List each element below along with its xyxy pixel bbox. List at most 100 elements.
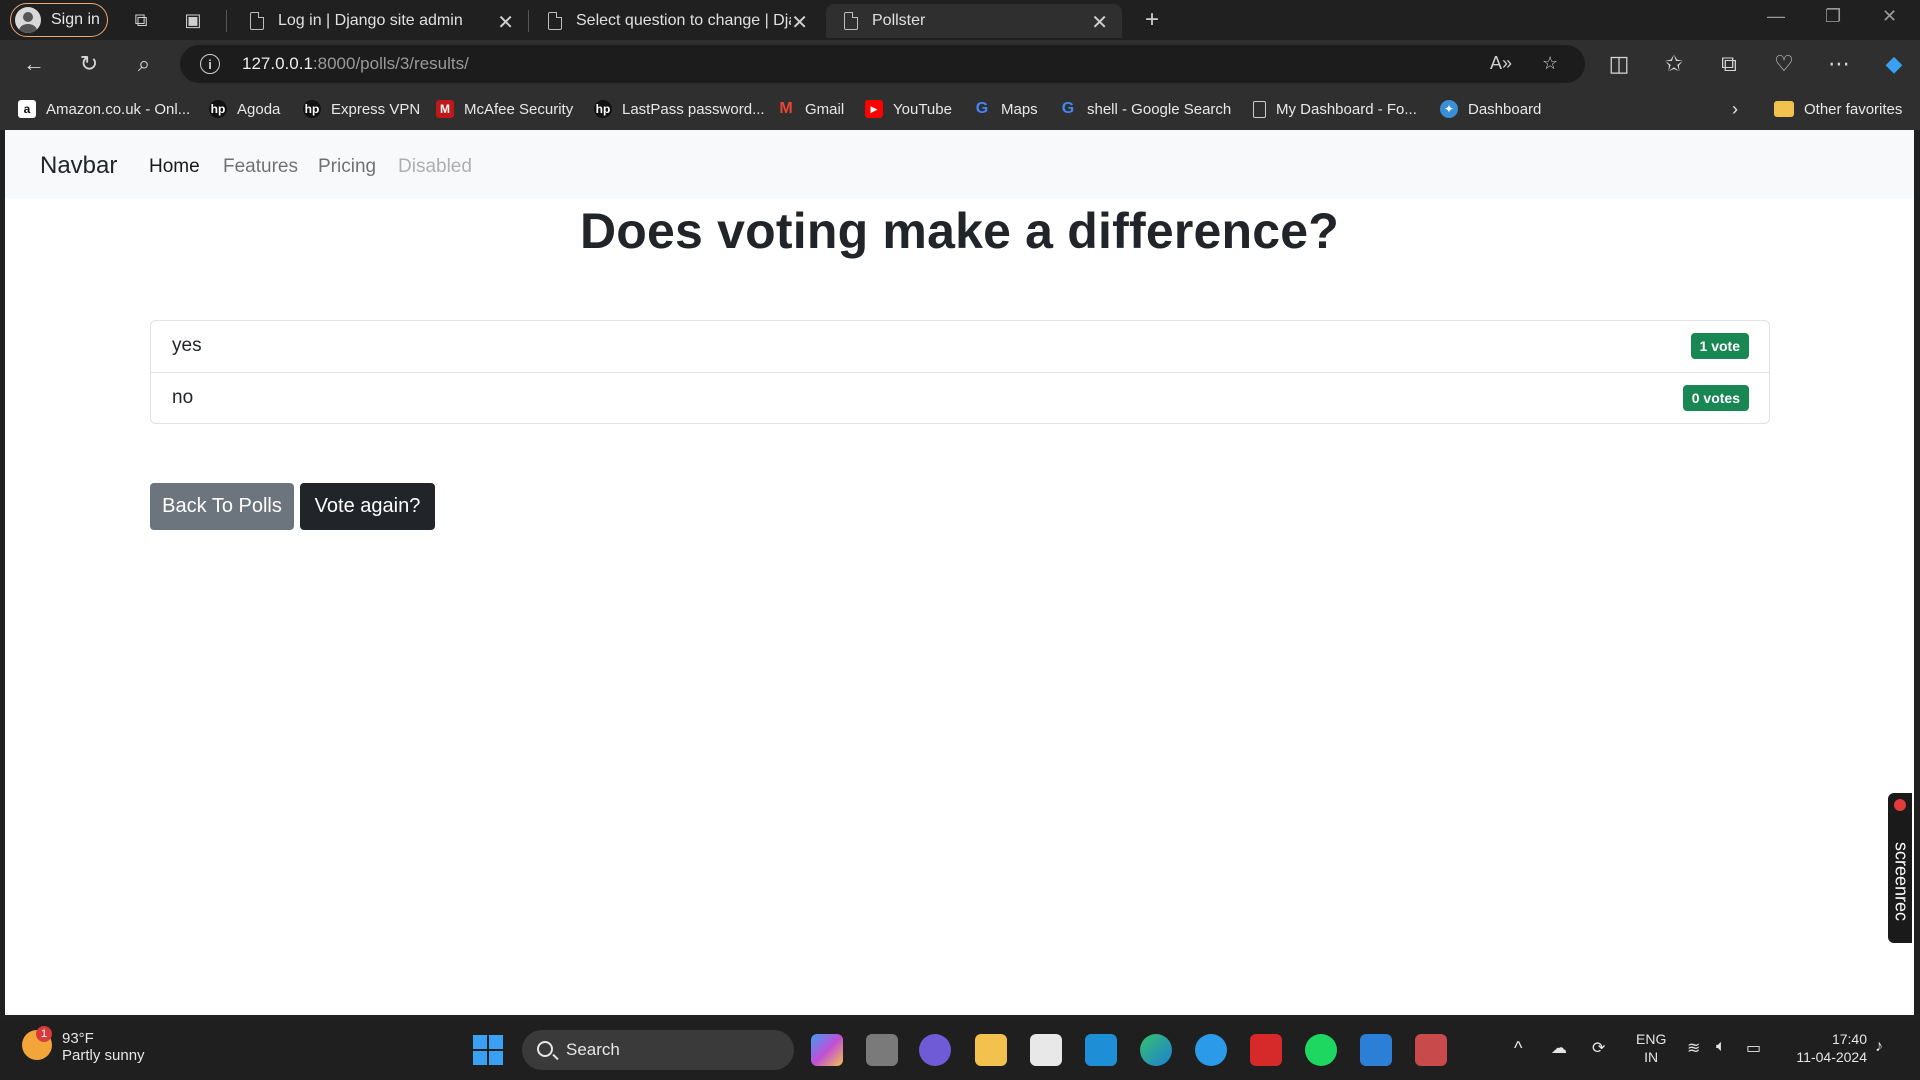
tab-title: Select question to change | Djan: [576, 12, 791, 29]
list-item: yes 1 vote: [151, 321, 1769, 372]
rss-reader-icon[interactable]: [1250, 1034, 1282, 1066]
site-info-icon[interactable]: i: [200, 54, 220, 74]
bookmark-gmail[interactable]: M Gmail: [777, 98, 844, 120]
more-options-icon[interactable]: ⋯: [1825, 50, 1853, 78]
new-tab-icon[interactable]: +: [1140, 6, 1164, 33]
refresh-icon[interactable]: ↻: [75, 50, 103, 78]
bookmark-dashboard[interactable]: ✦ Dashboard: [1440, 98, 1541, 120]
notification-count: 1: [36, 1026, 52, 1042]
vscode-icon[interactable]: [1360, 1034, 1392, 1066]
back-icon[interactable]: ←: [20, 50, 48, 78]
copilot-app-icon[interactable]: [811, 1034, 843, 1066]
bookmarks-overflow-chevron-icon[interactable]: ›: [1732, 98, 1738, 120]
language-indicator[interactable]: ENG IN: [1636, 1030, 1666, 1066]
browser-essentials-icon[interactable]: ♡: [1770, 50, 1798, 78]
copilot-icon[interactable]: ◆: [1880, 50, 1908, 78]
folder-icon: [1774, 101, 1794, 117]
google-icon: G: [1061, 100, 1075, 117]
choice-label: yes: [172, 335, 202, 356]
clock[interactable]: 17:40 11-04-2024: [1785, 1030, 1867, 1066]
page-icon: [548, 12, 562, 30]
microsoft-store-icon[interactable]: [1030, 1034, 1062, 1066]
close-window-icon[interactable]: ✕: [1882, 6, 1897, 27]
bookmark-shell-google-search[interactable]: G shell - Google Search: [1059, 98, 1231, 120]
screenrec-widget[interactable]: screenrec: [1888, 793, 1912, 943]
battery-icon[interactable]: ▭: [1746, 1038, 1761, 1058]
nav-link-features[interactable]: Features: [223, 156, 298, 178]
tab-select-question[interactable]: Select question to change | Djan ✕: [530, 4, 822, 38]
close-tab-icon[interactable]: ✕: [497, 10, 514, 35]
screenrec-label: screenrec: [1891, 841, 1912, 922]
minimize-icon[interactable]: —: [1767, 6, 1785, 27]
nav-link-pricing[interactable]: Pricing: [318, 156, 376, 178]
taskbar-search-box[interactable]: Search: [522, 1030, 794, 1070]
taskbar-search-label: Search: [566, 1040, 620, 1059]
bookmark-my-dashboard[interactable]: My Dashboard - Fo...: [1253, 98, 1417, 120]
edge-browser-icon[interactable]: [1140, 1034, 1172, 1066]
snipping-tool-icon[interactable]: [1415, 1034, 1447, 1066]
close-tab-icon[interactable]: ✕: [791, 10, 808, 35]
weather-widget[interactable]: 1 93°F Partly sunny: [22, 1026, 145, 1064]
globe-icon: ✦: [1440, 100, 1458, 118]
bookmark-agoda[interactable]: hp Agoda: [209, 98, 280, 120]
myhp-icon[interactable]: [1085, 1034, 1117, 1066]
sign-in-label: Sign in: [51, 11, 100, 28]
vote-count-badge: 1 vote: [1690, 333, 1749, 359]
notifications-bell-icon[interactable]: ♪: [1875, 1038, 1883, 1056]
nav-link-home[interactable]: Home: [149, 156, 200, 178]
volume-icon[interactable]: 🔈︎: [1716, 1038, 1726, 1056]
favorites-icon[interactable]: ✩: [1660, 50, 1688, 78]
site-navbar: Navbar Home Features Pricing Disabled: [5, 130, 1914, 199]
tab-title: Pollster: [872, 12, 926, 29]
back-to-polls-button[interactable]: Back To Polls: [150, 483, 294, 530]
tab-pollster[interactable]: Pollster ✕: [826, 4, 1122, 38]
address-bar[interactable]: i 127.0.0.1:8000/polls/3/results/ A» ☆: [180, 45, 1585, 83]
profile-avatar-icon: [15, 7, 41, 33]
read-aloud-icon[interactable]: A»: [1490, 53, 1512, 74]
workspaces-icon[interactable]: ⧉: [129, 8, 153, 32]
bookmark-express-vpn[interactable]: hp Express VPN: [303, 98, 420, 120]
page-icon: [250, 12, 264, 30]
choice-label: no: [172, 387, 194, 408]
split-screen-icon[interactable]: ◫: [1605, 50, 1633, 78]
amazon-icon: a: [18, 100, 36, 118]
wifi-icon[interactable]: ≋: [1687, 1038, 1700, 1058]
onedrive-icon[interactable]: ☁: [1551, 1038, 1567, 1058]
vote-again-button[interactable]: Vote again?: [300, 483, 435, 530]
bookmark-youtube[interactable]: ▶ YouTube: [865, 98, 952, 120]
hp-icon: hp: [209, 100, 227, 118]
restore-icon[interactable]: ❐: [1825, 6, 1841, 27]
bookmark-mcafee[interactable]: M McAfee Security: [436, 98, 573, 120]
bookmark-maps[interactable]: G Maps: [973, 98, 1038, 120]
navbar-brand[interactable]: Navbar: [40, 152, 117, 180]
spotify-icon[interactable]: [1305, 1034, 1337, 1066]
favorite-star-icon[interactable]: ☆: [1542, 53, 1558, 74]
other-favorites-folder[interactable]: Other favorites: [1774, 98, 1902, 120]
weather-temp: 93°F: [62, 1030, 94, 1047]
bookmark-lastpass[interactable]: hp LastPass password...: [594, 98, 765, 120]
url-text[interactable]: 127.0.0.1:8000/polls/3/results/: [242, 54, 469, 74]
hp-icon: hp: [594, 100, 612, 118]
weather-condition: Partly sunny: [62, 1047, 145, 1064]
browser-toolbar: ← ↻ ⌕ i 127.0.0.1:8000/polls/3/results/ …: [0, 40, 1920, 88]
sign-in-button[interactable]: Sign in: [10, 3, 108, 37]
windows-taskbar: 1 93°F Partly sunny Search ^ ☁ ⟳ ENG IN ≋…: [0, 1020, 1920, 1080]
get-help-icon[interactable]: [1195, 1034, 1227, 1066]
tab-title: Log in | Django site admin: [278, 12, 463, 29]
start-windows-icon[interactable]: [473, 1035, 503, 1065]
show-hidden-icons-chevron-icon[interactable]: ^: [1514, 1038, 1522, 1059]
file-explorer-icon[interactable]: [975, 1034, 1007, 1066]
mcafee-icon: M: [436, 100, 454, 118]
task-view-icon[interactable]: [866, 1034, 898, 1066]
sync-icon[interactable]: ⟳: [1592, 1038, 1605, 1058]
tab-django-admin-login[interactable]: Log in | Django site admin ✕: [232, 4, 528, 38]
close-tab-icon[interactable]: ✕: [1091, 10, 1108, 35]
teams-chat-icon[interactable]: [919, 1034, 951, 1066]
bookmark-amazon[interactable]: a Amazon.co.uk - Onl...: [18, 98, 190, 120]
collections-icon[interactable]: ⧉: [1715, 50, 1743, 78]
search-icon[interactable]: ⌕: [130, 50, 158, 78]
vertical-tabs-icon[interactable]: ▣: [181, 8, 205, 32]
youtube-icon: ▶: [865, 100, 883, 118]
bookmarks-bar: a Amazon.co.uk - Onl... hp Agoda hp Expr…: [0, 88, 1920, 130]
nav-link-disabled: Disabled: [398, 156, 472, 177]
